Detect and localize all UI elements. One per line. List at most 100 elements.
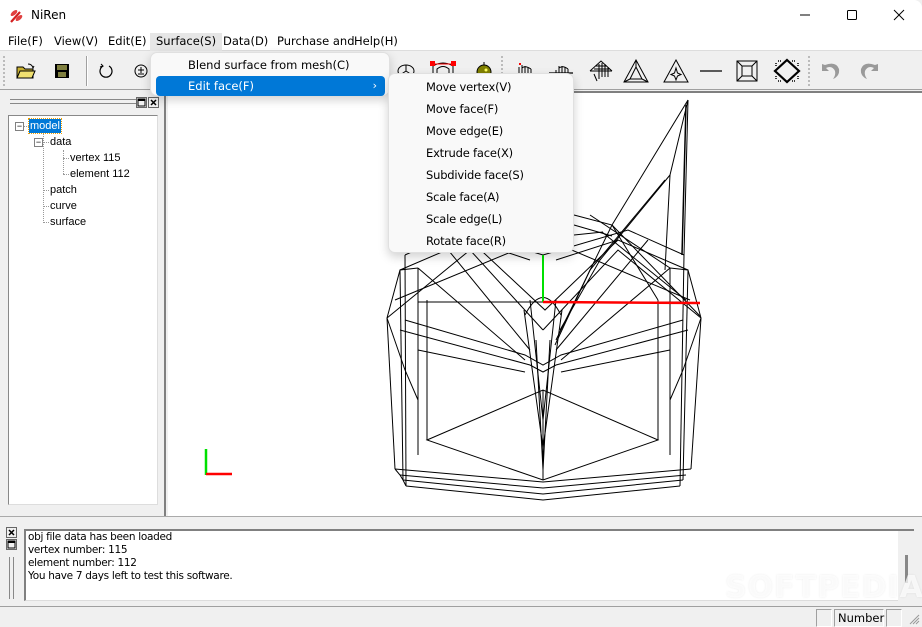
log-line: vertex number: 115	[28, 544, 128, 556]
line-button[interactable]	[697, 57, 725, 85]
tree-node-element[interactable]: element 112	[70, 167, 130, 181]
triangle-inset-button[interactable]	[622, 57, 650, 85]
log-line: element number: 112	[28, 557, 137, 569]
dragonfly-app-icon	[10, 10, 23, 23]
close-button[interactable]	[876, 0, 922, 30]
redo-button[interactable]	[856, 57, 884, 85]
resize-grip-icon[interactable]	[908, 613, 920, 625]
tree-line	[43, 222, 49, 223]
submenu-arrow-icon: ›	[372, 79, 377, 92]
save-disk-icon	[55, 64, 69, 78]
rotate-button[interactable]	[92, 57, 120, 85]
tree-line	[63, 174, 69, 175]
surface-menu-dropdown: Blend surface from mesh(C) Edit face(F) …	[150, 52, 390, 96]
select-face-hand-icon	[589, 60, 613, 82]
scrollbar-thumb[interactable]	[905, 555, 908, 583]
menu-item-rotate-face[interactable]: Rotate face(R)	[393, 230, 570, 252]
maximize-icon	[847, 10, 857, 20]
menu-file[interactable]: File(F)	[2, 33, 49, 51]
tree-line	[43, 206, 49, 207]
toolbar-grip-3[interactable]	[808, 56, 811, 86]
log-grip[interactable]	[9, 557, 14, 599]
panel-header	[8, 97, 159, 108]
rotate-icon	[99, 63, 113, 78]
undo-button[interactable]	[816, 57, 844, 85]
panel-close-button[interactable]	[148, 97, 159, 108]
triangle-star-button[interactable]	[662, 57, 690, 85]
x-axis-line	[542, 300, 701, 305]
close-icon	[150, 99, 157, 106]
log-scrollbar[interactable]	[898, 531, 914, 601]
menu-item-extrude-face[interactable]: Extrude face(X)	[393, 142, 570, 164]
open-folder-icon	[16, 63, 36, 79]
menu-item-move-vertex[interactable]: Move vertex(V)	[393, 76, 570, 98]
minimize-icon	[800, 14, 810, 16]
line-icon	[700, 70, 722, 72]
tree-node-patch[interactable]: patch	[50, 183, 77, 197]
menu-bar: File(F) View(V) Edit(E) Surface(S) Data(…	[0, 32, 922, 51]
status-bar: Number	[0, 606, 922, 627]
menu-item-edit-face[interactable]: Edit face(F) ›	[156, 76, 385, 96]
tree-node-surface[interactable]: surface	[50, 215, 86, 229]
log-line: You have 7 days left to test this softwa…	[28, 570, 233, 582]
select-face-button[interactable]	[587, 57, 615, 85]
tree-node-data[interactable]: data	[50, 135, 71, 149]
menu-item-scale-face[interactable]: Scale face(A)	[393, 186, 570, 208]
toolbar-separator	[86, 56, 88, 86]
menu-help[interactable]: Help(H)	[348, 33, 404, 51]
open-button[interactable]	[12, 57, 40, 85]
zoom-plus-minus-icon	[134, 64, 148, 78]
menu-item-subdivide-face[interactable]: Subdivide face(S)	[393, 164, 570, 186]
status-pane-3	[886, 609, 902, 627]
tree-line	[63, 158, 69, 159]
menu-edit[interactable]: Edit(E)	[102, 33, 153, 51]
panel-grip[interactable]	[10, 99, 138, 104]
tree-node-vertex[interactable]: vertex 115	[70, 151, 121, 165]
axis-gizmo	[204, 449, 232, 476]
collapse-data-icon[interactable]: −	[34, 138, 43, 147]
close-icon	[8, 529, 15, 536]
menu-item-move-edge[interactable]: Move edge(E)	[393, 120, 570, 142]
tree-line	[43, 134, 44, 221]
tree-line	[43, 142, 49, 143]
save-button[interactable]	[48, 57, 76, 85]
tree-line	[63, 150, 64, 174]
model-tree: − model − data vertex 115 element 112 pa…	[8, 115, 158, 505]
square-inset-icon	[736, 60, 758, 82]
square-inset-button[interactable]	[733, 57, 761, 85]
tree-node-model[interactable]: model	[28, 118, 62, 134]
minimize-button[interactable]	[782, 0, 828, 30]
log-close-button[interactable]	[6, 527, 17, 538]
status-pane-1	[816, 609, 832, 627]
toolbar-grip[interactable]	[3, 56, 6, 86]
close-icon	[893, 9, 905, 21]
float-icon	[7, 540, 16, 549]
undo-icon	[822, 63, 840, 79]
output-log[interactable]: obj file data has been loaded vertex num…	[24, 529, 914, 601]
edit-face-submenu: Move vertex(V) Move face(F) Move edge(E)…	[388, 73, 574, 253]
tree-node-curve[interactable]: curve	[50, 199, 77, 213]
menu-item-move-face[interactable]: Move face(F)	[393, 98, 570, 120]
output-panel: obj file data has been loaded vertex num…	[0, 516, 922, 606]
panel-float-button[interactable]	[136, 97, 147, 108]
redo-icon	[860, 63, 878, 79]
menu-item-label: Blend surface from mesh(C)	[188, 58, 350, 72]
menu-item-label: Edit face(F)	[188, 79, 255, 93]
status-pane-number: Number	[834, 609, 884, 627]
triangle-star-icon	[663, 59, 689, 83]
window-title: NiRen	[31, 8, 67, 22]
maximize-button[interactable]	[829, 0, 875, 30]
log-float-button[interactable]	[6, 539, 17, 550]
menu-data[interactable]: Data(D)	[217, 33, 274, 51]
triangle-inset-icon	[623, 59, 649, 83]
model-tree-panel: − model − data vertex 115 element 112 pa…	[0, 91, 166, 516]
log-line: obj file data has been loaded	[28, 531, 173, 543]
collapse-model-icon[interactable]: −	[15, 122, 24, 131]
diamond-button[interactable]	[773, 57, 801, 85]
menu-item-scale-edge[interactable]: Scale edge(L)	[393, 208, 570, 230]
float-icon	[137, 98, 146, 107]
menu-item-blend-surface[interactable]: Blend surface from mesh(C)	[156, 55, 385, 75]
diamond-icon	[773, 58, 801, 84]
menu-view[interactable]: View(V)	[48, 33, 104, 51]
menu-surface[interactable]: Surface(S)	[150, 33, 223, 51]
